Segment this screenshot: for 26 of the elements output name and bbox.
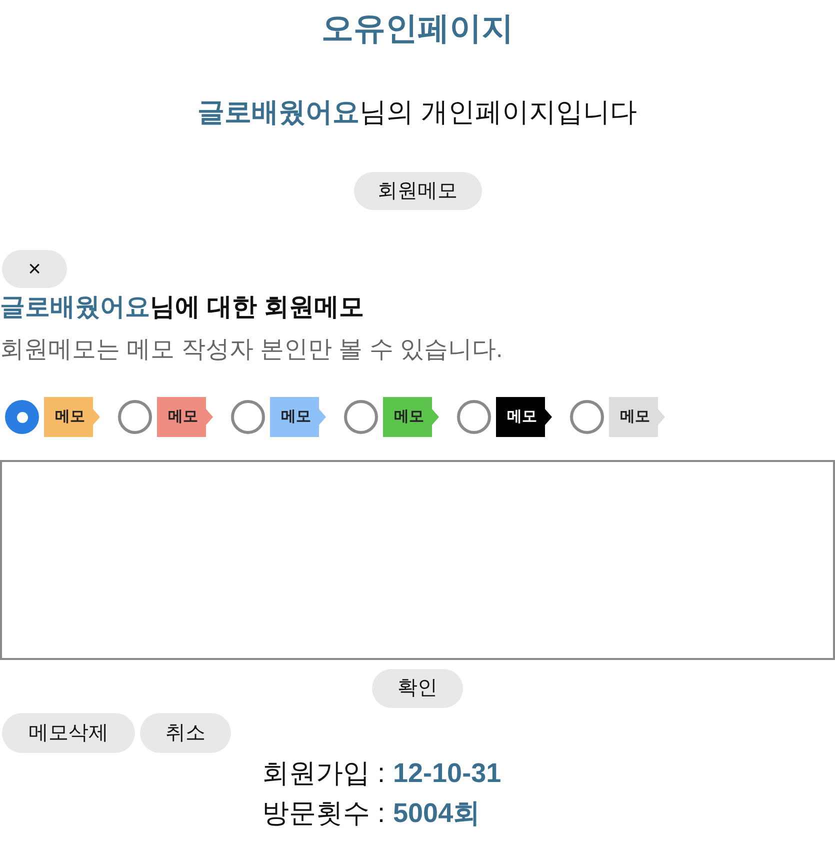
stat-value: 12-10-31 (393, 756, 502, 790)
greeting-text: 글로배웠어요님의 개인페이지입니다 (198, 96, 638, 129)
memo-textarea[interactable] (0, 460, 835, 660)
radio-button[interactable] (231, 400, 265, 434)
memo-color-tag: 메모 (383, 397, 439, 437)
radio-button[interactable] (5, 400, 39, 434)
stat-label: 회원가입 : (262, 756, 386, 790)
stat-label: 방문횟수 : (262, 796, 386, 830)
radio-button[interactable] (118, 400, 152, 434)
memo-color-tag: 메모 (270, 397, 326, 437)
close-button[interactable]: × (2, 250, 67, 288)
cancel-button[interactable]: 취소 (140, 713, 231, 753)
memo-notice: 회원메모는 메모 작성자 본인만 볼 수 있습니다. (0, 335, 503, 365)
memo-color-tag: 메모 (157, 397, 213, 437)
memo-heading: 글로배웠어요님에 대한 회원메모 (0, 292, 364, 323)
radio-button[interactable] (457, 400, 491, 434)
memo-color-tag: 메모 (609, 397, 665, 437)
stat-value: 5004회 (393, 796, 480, 830)
page-title: 오유인페이지 (322, 9, 514, 48)
delete-memo-button[interactable]: 메모삭제 (2, 713, 135, 753)
memo-color-tag: 메모 (44, 397, 100, 437)
radio-button[interactable] (344, 400, 378, 434)
radio-button[interactable] (570, 400, 604, 434)
memo-color-tag: 메모 (496, 397, 552, 437)
member-memo-button[interactable]: 회원메모 (354, 172, 482, 210)
confirm-button[interactable]: 확인 (372, 669, 463, 708)
